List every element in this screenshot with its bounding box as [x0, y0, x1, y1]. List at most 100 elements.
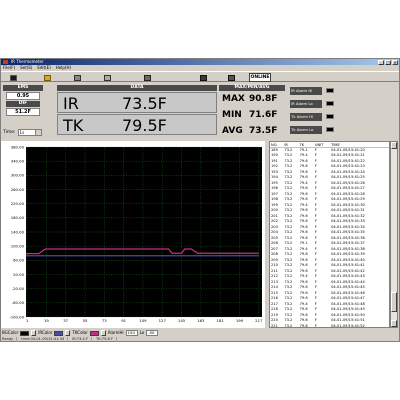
y-tick-label: -60.00	[12, 300, 25, 305]
table-scrollbar[interactable]	[390, 141, 398, 328]
ems-value[interactable]: 0.95	[6, 92, 40, 100]
y-tick-label: -20.00	[12, 286, 25, 291]
dif-value[interactable]: 51.2F	[6, 108, 40, 116]
max-min-avg-header: MAX/MIN/AVG	[219, 85, 285, 91]
table-cell: 79.6	[299, 323, 308, 328]
print-preview-icon	[104, 74, 111, 81]
x-tick-label: 109	[139, 318, 147, 323]
clear-icon	[144, 74, 151, 81]
ems-header: EMS	[3, 85, 43, 91]
alarm-hi-label: AlarmHi	[107, 330, 124, 335]
y-tick-label: 100.00	[11, 244, 25, 249]
max-label: MAX	[222, 94, 245, 104]
data-table[interactable]: NO. IR TK UNIT TIME 189 73.2 79.1 F 04-01-09/15:…	[269, 141, 390, 328]
alarm-ir-hi: IR Alarm Hi	[290, 86, 350, 97]
y-tick-label: 60.00	[13, 258, 24, 263]
readout-panel: EMS 0.95 DIF 51.2F Time: 1s DATA IR 73.5…	[1, 83, 399, 140]
alarm-tk-lo-indicator	[326, 127, 334, 132]
table-cell: 73.2	[284, 323, 293, 328]
print-button[interactable]	[71, 73, 84, 82]
tk-label: TK	[63, 116, 84, 135]
y-tick-label: 300.00	[11, 173, 25, 178]
min-label: MIN	[222, 110, 242, 120]
ir-label: IR	[63, 94, 79, 113]
x-tick-label: 145	[178, 318, 186, 323]
alarm-tk-hi: Tk Alarm Hi	[290, 112, 350, 123]
scroll-thumb[interactable]	[391, 292, 397, 312]
y-tick-label: 140.00	[11, 229, 25, 234]
y-tick-label: 180.00	[11, 215, 25, 220]
bg-color-picker-button[interactable]	[31, 330, 37, 336]
alarm-panel: IR Alarm Hi IR Alarm Lo Tk Alarm Hi Tk A…	[290, 86, 350, 138]
ir-value: 73.5F	[122, 94, 167, 113]
dif-header: DIF	[6, 101, 40, 107]
status-ir: IR:73.4 F	[72, 337, 93, 342]
print-preview-button[interactable]	[101, 73, 114, 82]
alarm-hi-input[interactable]: 150	[125, 330, 138, 336]
status-time: time:04-01-09/15:41:34	[21, 337, 69, 342]
ir-row: IR 73.5F	[57, 92, 217, 113]
status-tk: TK:79.8 F	[96, 337, 118, 342]
y-tick-label: 20.00	[13, 272, 24, 277]
status-bar: Ready time:04-01-09/15:41:34 IR:73.4 F T…	[1, 337, 399, 342]
max-min-avg-panel: MAX/MIN/AVG MAX 90.8F MIN 71.6F AVG 73.5…	[219, 85, 285, 139]
open-button[interactable]	[41, 73, 54, 82]
time-label: Time:	[3, 129, 16, 135]
y-tick-label: 340.00	[11, 159, 25, 164]
time-row: Time: 1s	[3, 127, 43, 137]
max-row: MAX 90.8F	[219, 92, 285, 107]
min-row: MIN 71.6F	[219, 108, 285, 123]
ir-color-picker-button[interactable]	[65, 330, 71, 336]
y-tick-label: 260.00	[11, 187, 25, 192]
x-tick-label: 217	[255, 318, 263, 323]
scroll-down-button[interactable]	[391, 320, 397, 327]
time-select[interactable]: 1s	[17, 128, 42, 136]
avg-value: 73.5F	[249, 126, 278, 136]
y-tick-label: 220.00	[11, 201, 25, 206]
alarm-lo-input[interactable]: -50	[146, 330, 159, 336]
record-button[interactable]	[197, 73, 210, 82]
clear-button[interactable]	[141, 73, 154, 82]
temperature-chart[interactable]: 380.00 340.00 300.00 260.00 220.00 180.00 140.…	[1, 141, 265, 328]
save-icon	[10, 74, 17, 81]
app-icon	[3, 60, 8, 64]
data-header: DATA	[57, 85, 217, 91]
avg-row: AVG 73.5F	[219, 124, 285, 139]
x-tick-label: 181	[217, 318, 225, 323]
x-tick-label: 163	[197, 318, 205, 323]
x-tick-label: 37	[63, 318, 68, 323]
bg-color-label: BGColor	[2, 330, 19, 335]
save-button[interactable]	[7, 73, 20, 82]
tk-color-picker-button[interactable]	[100, 330, 106, 336]
data-panel: DATA IR 73.5F TK 79.5F	[57, 85, 217, 137]
open-icon	[44, 74, 51, 81]
ir-color-swatch[interactable]	[54, 330, 64, 336]
y-tick-label: 380.00	[11, 144, 25, 149]
alarm-ir-lo-indicator	[326, 101, 334, 106]
minimize-button[interactable]: _	[378, 59, 384, 65]
close-button[interactable]: ×	[392, 59, 398, 65]
color-settings-bar: BGColor IRColor TKColor AlarmHi 150 Lo -…	[1, 329, 399, 337]
alarm-ir-hi-label: IR Alarm Hi	[290, 87, 322, 95]
alarm-tk-lo-label: Tk Alarm Lo	[290, 126, 322, 134]
maximize-button[interactable]: □	[385, 59, 391, 65]
table-body: 189 73.2 79.1 F 04-01-09/15:41:20 190 73.2 79.4…	[270, 148, 389, 328]
x-tick-label: 55	[83, 318, 88, 323]
alarm-ir-hi-indicator	[326, 88, 334, 93]
x-tick-label: 199	[236, 318, 244, 323]
table-row[interactable]: 221 73.2 79.6 F 04-01-09/15:41:52	[270, 323, 389, 328]
alarm-tk-lo: Tk Alarm Lo	[290, 125, 350, 136]
tk-color-label: TKColor	[72, 330, 88, 335]
app-window: IR Thermometer _ □ × File(F) Set(S) Edit…	[0, 58, 400, 342]
tk-color-swatch[interactable]	[89, 330, 99, 336]
stop-icon	[228, 74, 235, 81]
online-indicator[interactable]: ONLINE	[249, 73, 271, 82]
stop-button[interactable]	[225, 73, 238, 82]
max-value: 90.8F	[249, 94, 278, 104]
x-tick-label: 91	[121, 318, 126, 323]
scroll-up-button[interactable]	[391, 142, 397, 149]
bg-color-swatch[interactable]	[20, 330, 30, 336]
window-title: IR Thermometer	[11, 59, 44, 64]
table-cell: 04-01-09/15:41:52	[331, 323, 365, 328]
tk-value: 79.5F	[122, 116, 167, 135]
